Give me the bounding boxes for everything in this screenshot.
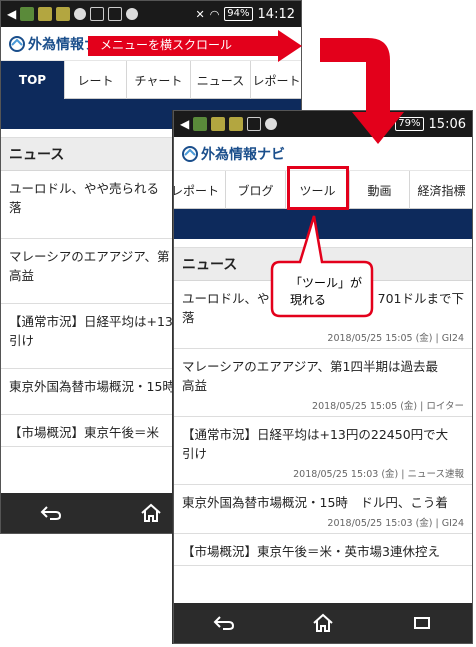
- clock: 15:06: [428, 116, 466, 132]
- notification-icon: [247, 117, 262, 131]
- logo-icon: [182, 145, 198, 162]
- recents-icon: [414, 617, 431, 629]
- news-meta: 2018/05/25 15:05 (金) | ロイター: [312, 401, 464, 412]
- news-item[interactable]: 【市場概況】東京午後＝米・英市場3連休控え: [174, 534, 472, 566]
- news-meta: 2018/05/25 15:03 (金) | GI24: [327, 518, 464, 529]
- news-title: 東京外国為替市場概況・15時 ドル円、こう着: [182, 495, 448, 510]
- back-button[interactable]: [209, 610, 239, 636]
- battery-indicator: 94%: [224, 7, 253, 21]
- logo-text: 外為情報ナビ: [201, 146, 285, 163]
- news-title: ユーロドル、や: [182, 291, 270, 306]
- notification-icon: [265, 118, 278, 130]
- notification-icon: [90, 7, 105, 21]
- logo-icon: [9, 35, 25, 52]
- system-nav-bar: [174, 603, 472, 643]
- screenshot-root: ◀ ✕ ◠ 94% 14:12 外為情報ナビ TOP レート チャート ニュース…: [0, 0, 476, 647]
- tab-chart[interactable]: チャート: [127, 61, 191, 99]
- news-title: マレーシアのエアアジア、第1四半期は過去最: [182, 359, 438, 374]
- home-icon: [141, 503, 161, 522]
- news-title: 【通常市況】日経平均は+13円の22450円で大: [182, 427, 449, 442]
- notification-icon: [126, 8, 139, 20]
- back-button[interactable]: [36, 500, 66, 526]
- home-icon: [313, 613, 333, 632]
- news-item[interactable]: 【通常市況】日経平均は+13円の22450円で大 引け 2018/05/25 1…: [174, 417, 472, 485]
- recents-button[interactable]: [407, 610, 437, 636]
- back-icon: [213, 616, 234, 630]
- news-title-cont: 引け: [182, 446, 208, 461]
- callout-line: 現れる: [290, 293, 327, 307]
- status-bar: ◀ ✕ ◠ 94% 14:12: [1, 1, 301, 27]
- news-meta: 2018/05/25 15:03 (金) | ニュース速報: [293, 469, 464, 480]
- signal-icon: ✕: [195, 7, 205, 21]
- notification-icon: [229, 117, 244, 131]
- home-button[interactable]: [308, 610, 338, 636]
- news-item[interactable]: 東京外国為替市場概況・15時 ドル円、こう着 2018/05/25 15:03 …: [174, 485, 472, 534]
- wifi-icon: ◠: [209, 7, 220, 21]
- callout-line: 「ツール」が: [290, 276, 363, 290]
- tab-video[interactable]: 動画: [350, 171, 410, 209]
- callout-text: 「ツール」が 現れる: [290, 275, 370, 309]
- tab-blog[interactable]: ブログ: [226, 171, 286, 209]
- notification-icon: [193, 117, 208, 131]
- tab-news[interactable]: ニュース: [191, 61, 251, 99]
- tool-tab-highlight: [287, 166, 349, 210]
- back-arrow-icon: ◀: [7, 7, 17, 21]
- transition-arrow: [320, 38, 404, 144]
- back-icon: [40, 506, 62, 520]
- notification-icon: [211, 117, 226, 131]
- news-title-cont: 高益: [182, 378, 208, 393]
- news-title: 【市場概況】東京午後＝米・英市場3連休控え: [182, 544, 440, 559]
- clock: 14:12: [257, 6, 295, 22]
- tab-economic-indicators[interactable]: 経済指標: [410, 171, 472, 209]
- tab-report[interactable]: レポート: [174, 171, 226, 209]
- news-title-tail: 701ドルまで下: [377, 291, 464, 306]
- app-logo[interactable]: 外為情報ナビ: [182, 144, 285, 164]
- notification-icon: [108, 7, 123, 21]
- home-button[interactable]: [136, 500, 166, 526]
- arrow-label: メニューを横スクロール: [100, 38, 233, 52]
- tab-rate[interactable]: レート: [65, 61, 127, 99]
- notification-icon: [56, 7, 71, 21]
- news-item[interactable]: マレーシアのエアアジア、第1四半期は過去最 高益 2018/05/25 15:0…: [174, 349, 472, 417]
- back-arrow-icon: ◀: [180, 117, 190, 131]
- notification-icon: [74, 8, 87, 20]
- news-meta: 2018/05/25 15:05 (金) | GI24: [327, 333, 464, 344]
- notification-icon: [38, 7, 53, 21]
- notification-icon: [20, 7, 35, 21]
- menu-tabs[interactable]: TOP レート チャート ニュース レポート: [1, 61, 301, 99]
- tab-top[interactable]: TOP: [1, 61, 65, 99]
